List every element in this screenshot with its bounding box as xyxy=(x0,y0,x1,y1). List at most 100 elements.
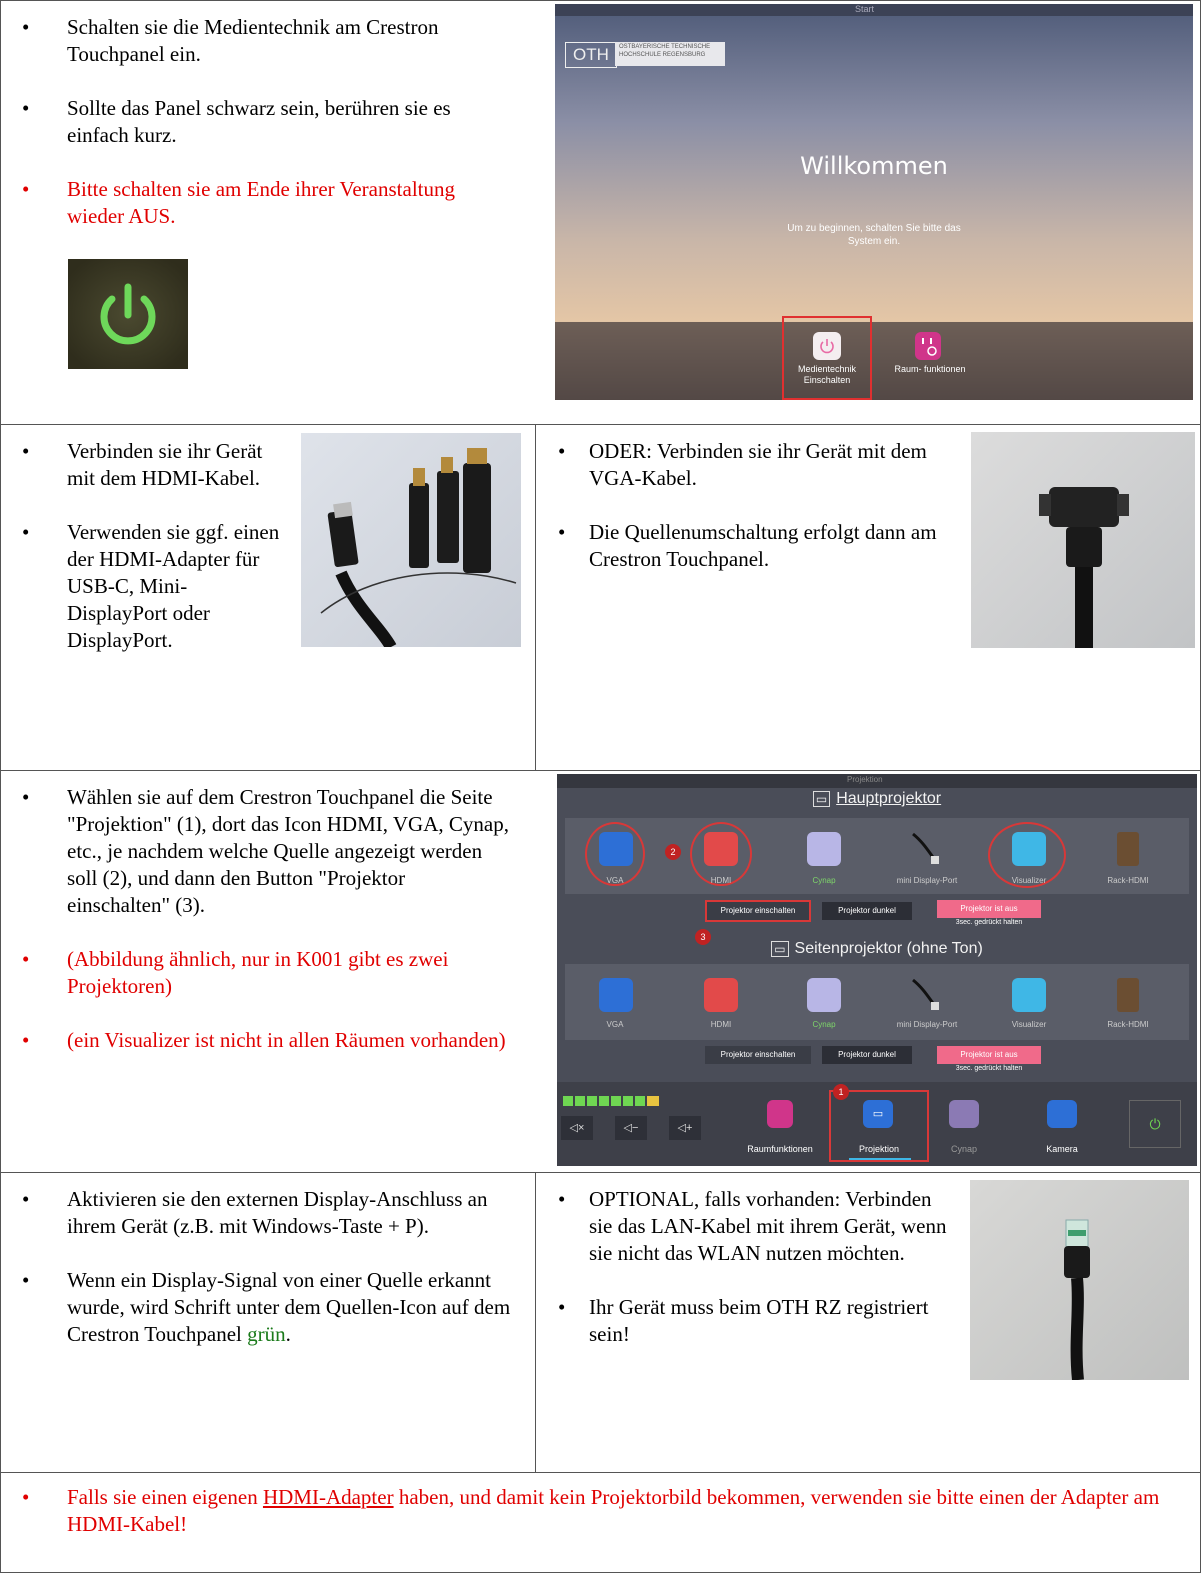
room-functions-icon[interactable] xyxy=(767,1100,793,1128)
nav-projection[interactable]: Projektion xyxy=(833,1144,925,1154)
oth-logo: OTH xyxy=(565,42,617,68)
vga-source-icon[interactable] xyxy=(599,978,633,1012)
panel-top-label: Start xyxy=(855,4,875,14)
row-divider-3 xyxy=(0,1172,1201,1173)
panel-bottom-bar xyxy=(555,322,1193,400)
table-border-right xyxy=(1200,0,1201,1573)
minidp-source-icon[interactable] xyxy=(909,978,943,1012)
row4-right-text-cell: OPTIONAL, falls vorhanden: Verbinden sie… xyxy=(536,1186,956,1348)
row5-text-cell: Falls sie einen eigenen HDMI-Adapter hab… xyxy=(0,1484,1200,1538)
cynap-source-icon[interactable] xyxy=(807,832,841,866)
hold-hint: 3sec. gedrückt halten xyxy=(955,1065,1023,1072)
volume-meter-peak xyxy=(647,1096,659,1106)
list-item: ODER: Verbinden sie ihr Gerät mit dem VG… xyxy=(536,438,956,492)
list-item: Falls sie einen eigenen HDMI-Adapter hab… xyxy=(0,1484,1200,1538)
list-item: Verwenden sie ggf. einen der HDMI-Adapte… xyxy=(0,519,290,654)
green-word: grün xyxy=(247,1322,286,1346)
projector-icon: ▭ xyxy=(771,941,789,957)
hdmi-adapters-photo xyxy=(301,433,521,647)
projector-dark-button[interactable]: Projektor dunkel xyxy=(822,902,912,920)
cynap-nav-icon[interactable] xyxy=(949,1100,979,1128)
marker-2: 2 xyxy=(665,844,681,860)
row1-text-cell: Schalten sie die Medientechnik am Crestr… xyxy=(0,14,500,230)
volume-down-button[interactable]: ◁− xyxy=(615,1116,647,1140)
list-item: OPTIONAL, falls vorhanden: Verbinden sie… xyxy=(536,1186,956,1267)
source-label-cynap: Cynap xyxy=(812,1020,836,1029)
touchpanel-projection-photo: Projektion ▭ Hauptprojektor VGA 2 HDMI Cy… xyxy=(557,774,1197,1166)
welcome-heading: Willkommen xyxy=(800,152,948,180)
source-label-visualizer: Visualizer xyxy=(1011,1020,1047,1029)
warning-text: Falls sie einen eigenen xyxy=(67,1485,263,1509)
volume-up-button[interactable]: ◁+ xyxy=(669,1116,701,1140)
media-on-button-label[interactable]: Medientechnik Einschalten xyxy=(777,364,877,386)
rack-hdmi-source-icon[interactable] xyxy=(1117,832,1139,866)
lan-cable-photo xyxy=(970,1180,1189,1380)
nav-room-functions[interactable]: Raumfunktionen xyxy=(737,1144,823,1154)
row-divider-1 xyxy=(0,424,1201,425)
document-table: Schalten sie die Medientechnik am Crestr… xyxy=(0,0,1201,1573)
source-label-minidp: mini Display-Port xyxy=(896,876,958,885)
hold-hint: 3sec. gedrückt halten xyxy=(955,919,1023,926)
room-functions-label[interactable]: Raum- funktionen xyxy=(890,364,970,375)
cynap-source-icon[interactable] xyxy=(807,978,841,1012)
nav-cynap[interactable]: Cynap xyxy=(929,1144,999,1154)
source-label-visualizer: Visualizer xyxy=(1011,876,1047,885)
list-item: Sollte das Panel schwarz sein, berühren … xyxy=(0,95,500,149)
row-divider-2 xyxy=(0,770,1201,771)
list-item: Wählen sie auf dem Crestron Touchpanel d… xyxy=(0,784,510,919)
welcome-instruction: Um zu beginnen, schalten Sie bitte das S… xyxy=(787,223,961,247)
list-item-text-end: . xyxy=(285,1322,291,1346)
oth-logo-subtitle: OSTBAYERISCHE TECHNISCHE HOCHSCHULE REGE… xyxy=(615,42,725,66)
touchpanel-start-photo: Start OTH OSTBAYERISCHE TECHNISCHE HOCHS… xyxy=(555,4,1193,400)
power-button-photo xyxy=(68,259,188,369)
projector-on-button[interactable]: Projektor einschalten xyxy=(705,1046,811,1064)
list-item: Wenn ein Display-Signal von einer Quelle… xyxy=(0,1267,515,1348)
side-projector-title: Seitenprojektor (ohne Ton) xyxy=(794,940,983,957)
row-divider-4 xyxy=(0,1472,1201,1473)
volume-meter xyxy=(563,1096,659,1106)
table-border-top xyxy=(0,0,1201,1)
lan-cable-icon xyxy=(1064,1219,1090,1380)
source-label-vga: VGA xyxy=(606,1020,624,1029)
main-projector-title: Hauptprojektor xyxy=(836,790,942,807)
mute-button[interactable]: ◁× xyxy=(561,1116,593,1140)
panel-top-label: Projektion xyxy=(847,775,883,784)
projection-icon[interactable]: ▭ xyxy=(863,1100,893,1128)
vga-cable-icon xyxy=(1039,487,1129,648)
projector-dark-button[interactable]: Projektor dunkel xyxy=(822,1046,912,1064)
source-label-minidp: mini Display-Port xyxy=(896,1020,958,1029)
visualizer-source-icon[interactable] xyxy=(1012,978,1046,1012)
source-label-hdmi: HDMI xyxy=(710,876,732,885)
minidp-source-icon[interactable] xyxy=(909,832,943,866)
hdmi-adapter-link[interactable]: HDMI-Adapter xyxy=(263,1485,394,1509)
projector-off-button[interactable]: Projektor ist aus xyxy=(937,1046,1041,1064)
row2-left-text-cell: Verbinden sie ihr Gerät mit dem HDMI-Kab… xyxy=(0,438,290,654)
row2-right-text-cell: ODER: Verbinden sie ihr Gerät mit dem VG… xyxy=(536,438,956,573)
list-item: Die Quellenumschaltung erfolgt dann am C… xyxy=(536,519,956,573)
list-item: (Abbildung ähnlich, nur in K001 gibt es … xyxy=(0,946,510,1000)
row4-left-text-cell: Aktivieren sie den externen Display-Ansc… xyxy=(0,1186,515,1348)
list-item: Ihr Gerät muss beim OTH RZ registriert s… xyxy=(536,1294,956,1348)
hdmi-cable-icon xyxy=(320,448,517,647)
projector-icon: ▭ xyxy=(812,791,831,807)
room-functions-icon[interactable] xyxy=(915,332,941,360)
active-tab-indicator xyxy=(849,1158,911,1160)
marker-1: 1 xyxy=(833,1084,849,1100)
hdmi-source-icon[interactable] xyxy=(704,978,738,1012)
list-item: Bitte schalten sie am Ende ihrer Veranst… xyxy=(0,176,500,230)
camera-icon[interactable] xyxy=(1047,1100,1077,1128)
source-label-rack-hdmi: Rack-HDMI xyxy=(1107,876,1149,885)
nav-camera[interactable]: Kamera xyxy=(1027,1144,1097,1154)
side-projector-heading: ▭ Seitenprojektor (ohne Ton) xyxy=(557,940,1197,958)
source-label-vga: VGA xyxy=(606,876,624,885)
power-icon[interactable]: ⏻ xyxy=(1129,1100,1181,1148)
projector-on-button[interactable]: Projektor einschalten xyxy=(705,900,811,922)
power-icon xyxy=(68,259,188,369)
source-label-rack-hdmi: Rack-HDMI xyxy=(1107,1020,1149,1029)
main-projector-heading: ▭ Hauptprojektor xyxy=(557,790,1197,808)
power-icon[interactable] xyxy=(813,332,841,360)
list-item: Verbinden sie ihr Gerät mit dem HDMI-Kab… xyxy=(0,438,290,492)
projector-off-button[interactable]: Projektor ist aus xyxy=(937,900,1041,918)
rack-hdmi-source-icon[interactable] xyxy=(1117,978,1139,1012)
row3-text-cell: Wählen sie auf dem Crestron Touchpanel d… xyxy=(0,784,510,1054)
